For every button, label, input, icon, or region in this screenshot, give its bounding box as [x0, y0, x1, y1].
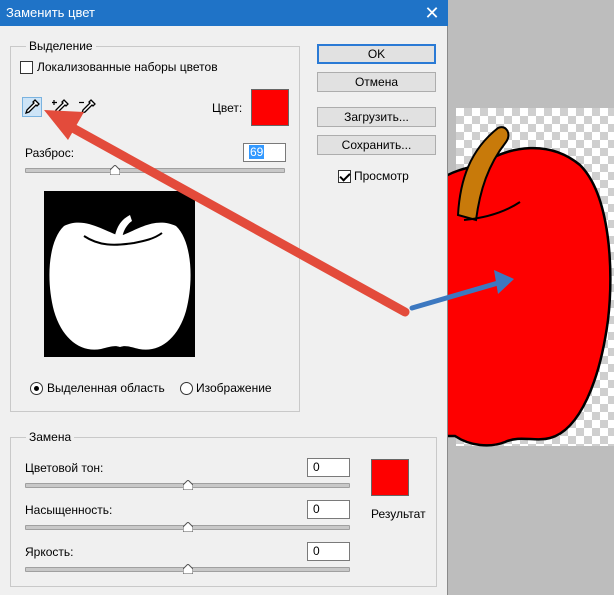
annotation-arrows	[44, 110, 514, 317]
blue-arrow	[409, 270, 514, 311]
red-arrow	[44, 110, 410, 317]
